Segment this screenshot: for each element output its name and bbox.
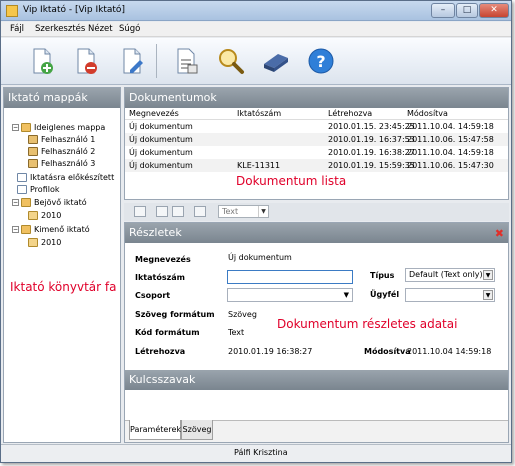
name-label: Megnevezés <box>135 255 191 264</box>
scanner-icon[interactable] <box>261 46 291 76</box>
created-label: Létrehozva <box>135 347 186 356</box>
close-button[interactable]: ✕ <box>479 3 509 18</box>
group-label: Csoport <box>135 291 171 300</box>
tree-item[interactable]: Profilok <box>17 184 59 196</box>
app-icon <box>6 5 18 17</box>
modified-label: Módosítva <box>364 347 411 356</box>
user-icon <box>28 159 38 168</box>
tree-item[interactable]: Iktatásra előkészített <box>17 172 114 184</box>
document-icon <box>17 173 27 182</box>
table-icon[interactable] <box>172 206 184 217</box>
tab-parameters[interactable]: Paraméterek <box>129 420 181 440</box>
document-attach-icon[interactable] <box>194 206 206 217</box>
details-annotation: Dokumentum részletes adatai <box>277 317 458 331</box>
main-window: Vip Iktató - [Vip Iktató] – □ ✕ Fájl Sze… <box>0 0 512 463</box>
search-icon[interactable] <box>216 46 246 76</box>
menu-help[interactable]: Súgó <box>119 24 140 34</box>
status-bar: Pálfi Krisztina <box>1 444 511 462</box>
toolbar-separator <box>156 44 157 78</box>
chevron-down-icon: ▼ <box>483 290 493 300</box>
collapse-icon[interactable]: − <box>12 226 19 233</box>
close-icon[interactable]: ✖ <box>495 224 504 244</box>
print-document-icon[interactable] <box>171 46 201 76</box>
tree-item[interactable]: Felhasználó 2 <box>28 146 95 158</box>
folder-tree-title: Iktató mappák <box>4 88 120 108</box>
chevron-down-icon: ▼ <box>483 270 493 280</box>
menu-file[interactable]: Fájl <box>10 24 24 34</box>
folder-inbox-icon <box>21 198 31 207</box>
client-select[interactable]: ▼ <box>405 288 495 302</box>
details-title: Részletek ✖ <box>125 223 508 243</box>
code-format-label: Kód formátum <box>135 328 200 337</box>
keywords-title[interactable]: Kulcsszavak <box>125 370 508 390</box>
client-label: Ügyfél <box>370 290 400 299</box>
folder-icon <box>28 238 38 247</box>
number-label: Iktatószám <box>135 273 185 282</box>
format-select[interactable]: Text ▼ <box>218 205 269 218</box>
modified-value: 2011.10.04 14:59:18 <box>407 347 492 356</box>
svg-text:?: ? <box>316 52 325 71</box>
tree-item[interactable]: − Kimenő iktató <box>12 224 90 236</box>
toolbar: ? <box>1 38 511 85</box>
folder-outbox-icon <box>21 225 31 234</box>
document-list-annotation: Dokumentum lista <box>236 174 347 188</box>
maximize-button[interactable]: □ <box>456 3 478 18</box>
chevron-down-icon: ▼ <box>258 206 268 217</box>
status-user: Pálfi Krisztina <box>234 448 288 457</box>
window-title: Vip Iktató - [Vip Iktató] <box>23 5 125 15</box>
name-value[interactable]: Új dokumentum <box>228 253 292 262</box>
tree-item[interactable]: − Bejövő iktató <box>12 197 87 209</box>
code-format-value: Text <box>228 328 245 337</box>
tree-item[interactable]: Felhasználó 3 <box>28 158 95 170</box>
folder-icon <box>28 211 38 220</box>
menu-bar: Fájl Szerkesztés Nézet Súgó <box>1 22 511 37</box>
collapse-icon[interactable]: − <box>12 124 19 131</box>
menu-edit[interactable]: Szerkesztés <box>35 24 85 34</box>
tree-item[interactable]: 2010 <box>28 237 61 249</box>
help-icon[interactable]: ? <box>306 46 336 76</box>
details-tabs: Paraméterek Szöveg <box>125 420 508 442</box>
table-row[interactable]: Új dokumentum 2010.01.19. 16:38:27 2011.10… <box>125 146 508 159</box>
zoom-icon[interactable] <box>134 206 146 217</box>
text-format-label: Szöveg formátum <box>135 310 215 319</box>
tree-item[interactable]: Felhasználó 1 <box>28 134 95 146</box>
tab-text[interactable]: Szöveg <box>181 420 213 440</box>
document-filter-bar: Text ▼ <box>124 203 509 221</box>
check-icon[interactable] <box>156 206 168 217</box>
delete-document-icon[interactable] <box>71 46 101 76</box>
text-format-value: Szöveg <box>228 310 257 319</box>
folder-user-icon <box>21 123 31 132</box>
type-label: Típus <box>370 271 395 280</box>
tree-item[interactable]: − Ideiglenes mappa <box>12 122 105 134</box>
collapse-icon[interactable]: − <box>12 199 19 206</box>
minimize-button[interactable]: – <box>431 3 455 18</box>
user-icon <box>28 135 38 144</box>
created-value: 2010.01.19 16:38:27 <box>228 347 313 356</box>
table-row[interactable]: Új dokumentum 2010.01.19. 16:37:53 2011.10… <box>125 133 508 146</box>
menu-view[interactable]: Nézet <box>88 24 113 34</box>
document-list-panel: Dokumentumok Megnevezés Iktatószám Létre… <box>124 87 509 200</box>
folder-tree-annotation: Iktató könyvtár fa <box>10 280 117 294</box>
number-field[interactable] <box>227 270 353 284</box>
title-bar: Vip Iktató - [Vip Iktató] – □ ✕ <box>1 1 511 21</box>
new-document-icon[interactable] <box>27 46 57 76</box>
group-select[interactable]: ▼ <box>227 288 353 302</box>
edit-document-icon[interactable] <box>117 46 147 76</box>
details-panel: Részletek ✖ Megnevezés Új dokumentum Ikt… <box>124 222 509 443</box>
document-icon <box>17 185 27 194</box>
table-row[interactable]: Új dokumentum KLE-11311 2010.01.19. 15:59:… <box>125 159 508 172</box>
tree-item[interactable]: 2010 <box>28 210 61 222</box>
user-icon <box>28 147 38 156</box>
type-select[interactable]: Default (Text only) ▼ <box>405 268 495 282</box>
document-list-title: Dokumentumok <box>125 88 508 108</box>
chevron-down-icon: ▼ <box>343 291 349 299</box>
folder-tree-panel: Iktató mappák − Ideiglenes mappa Felhaszn… <box>3 87 121 443</box>
table-row[interactable]: Új dokumentum 2010.01.15. 23:45:25 2011.10… <box>125 120 508 133</box>
